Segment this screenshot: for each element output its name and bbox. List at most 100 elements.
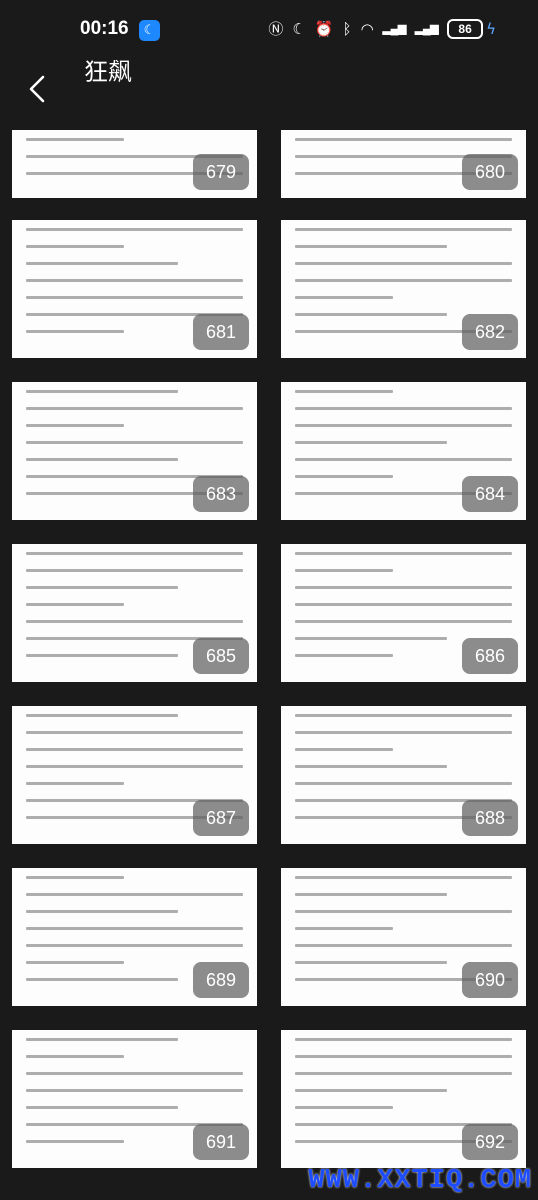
text-line (295, 1089, 447, 1092)
text-line (295, 910, 512, 913)
page-thumbnail[interactable]: 691 (12, 1030, 257, 1168)
battery-icon: 86 (447, 18, 484, 39)
nfc-icon: Ⓝ (268, 20, 284, 38)
text-line (26, 765, 243, 768)
text-line (295, 296, 393, 299)
page-thumbnail[interactable]: 687 (12, 706, 257, 844)
text-line (295, 569, 393, 572)
text-line (295, 1072, 512, 1075)
text-line (26, 782, 124, 785)
page-number-badge: 689 (193, 962, 249, 998)
text-line (295, 279, 512, 282)
text-line (295, 637, 447, 640)
text-line (295, 475, 393, 478)
text-line (295, 654, 393, 657)
text-line (295, 424, 512, 427)
page-thumbnail[interactable]: 692 (281, 1030, 526, 1168)
text-line (26, 458, 178, 461)
text-line (26, 927, 243, 930)
text-line (295, 765, 447, 768)
page-thumbnail[interactable]: 680 (281, 130, 526, 198)
page-thumbnail[interactable]: 689 (12, 868, 257, 1006)
text-line (295, 876, 512, 879)
page-number-badge: 686 (462, 638, 518, 674)
page-number-badge: 684 (462, 476, 518, 512)
status-bar: 00:16 ☾ Ⓝ ☾ ⏰ ᛒ ◠ ▂▄▆ ▂▄▆ 86 ϟ (0, 0, 538, 62)
page-thumbnail[interactable]: 684 (281, 382, 526, 520)
page-number-badge: 691 (193, 1124, 249, 1160)
status-time: 00:16 (80, 18, 129, 39)
text-line (295, 138, 512, 141)
watermark: WWW.XXTIQ.COM (308, 1166, 532, 1196)
text-line (295, 944, 512, 947)
text-line (295, 552, 512, 555)
text-line (26, 569, 243, 572)
chevron-left-icon (29, 75, 45, 103)
text-line (295, 714, 512, 717)
text-line (26, 748, 243, 751)
back-button[interactable] (26, 74, 56, 104)
text-line (295, 603, 512, 606)
text-line (26, 731, 243, 734)
text-line (26, 944, 243, 947)
text-line (295, 313, 447, 316)
status-icons: Ⓝ ☾ ⏰ ᛒ ◠ ▂▄▆ ▂▄▆ 86 ϟ (268, 18, 496, 39)
page-number-badge: 683 (193, 476, 249, 512)
text-line (295, 927, 393, 930)
text-line (26, 262, 178, 265)
text-line (26, 1055, 124, 1058)
text-line (26, 654, 178, 657)
text-line (26, 714, 178, 717)
wifi-icon: ◠ (360, 19, 374, 38)
text-line (26, 296, 243, 299)
moon-icon: ☾ (292, 19, 306, 38)
page-thumbnail[interactable]: 679 (12, 130, 257, 198)
page-thumbnail[interactable]: 683 (12, 382, 257, 520)
text-line (295, 1055, 512, 1058)
signal-5g-icon: ▂▄▆ (414, 23, 439, 35)
text-line (26, 893, 243, 896)
page-thumbnail[interactable]: 681 (12, 220, 257, 358)
text-line (295, 262, 512, 265)
text-line (295, 893, 447, 896)
text-line (295, 458, 512, 461)
text-line (295, 245, 447, 248)
text-line (26, 330, 124, 333)
text-line (295, 1038, 512, 1041)
text-line (26, 441, 243, 444)
page-number-badge: 681 (193, 314, 249, 350)
text-line (26, 245, 124, 248)
alarm-icon: ⏰ (314, 19, 334, 38)
page-thumbnail[interactable]: 682 (281, 220, 526, 358)
text-line (26, 390, 178, 393)
text-line (295, 228, 512, 231)
text-line (295, 620, 512, 623)
text-line (26, 1072, 243, 1075)
text-line (26, 603, 124, 606)
text-line (295, 731, 512, 734)
page-number-badge: 679 (193, 154, 249, 190)
page-number-badge: 688 (462, 800, 518, 836)
page-number-badge: 692 (462, 1124, 518, 1160)
page-number-badge: 682 (462, 314, 518, 350)
bluetooth-icon: ᛒ (342, 19, 352, 38)
text-line (295, 961, 447, 964)
charging-icon: ϟ (486, 19, 496, 38)
page-number-badge: 680 (462, 154, 518, 190)
text-line (26, 407, 243, 410)
text-line (26, 910, 178, 913)
do-not-disturb-icon: ☾ (139, 20, 160, 41)
page-thumbnail[interactable]: 686 (281, 544, 526, 682)
page-thumbnail[interactable]: 690 (281, 868, 526, 1006)
text-line (295, 586, 512, 589)
text-line (295, 782, 512, 785)
text-line (295, 748, 393, 751)
page-number-badge: 690 (462, 962, 518, 998)
text-line (26, 1038, 178, 1041)
text-line (295, 441, 447, 444)
page-thumbnail[interactable]: 688 (281, 706, 526, 844)
text-line (295, 407, 512, 410)
text-line (26, 961, 124, 964)
page-thumbnail[interactable]: 685 (12, 544, 257, 682)
text-line (295, 1106, 393, 1109)
